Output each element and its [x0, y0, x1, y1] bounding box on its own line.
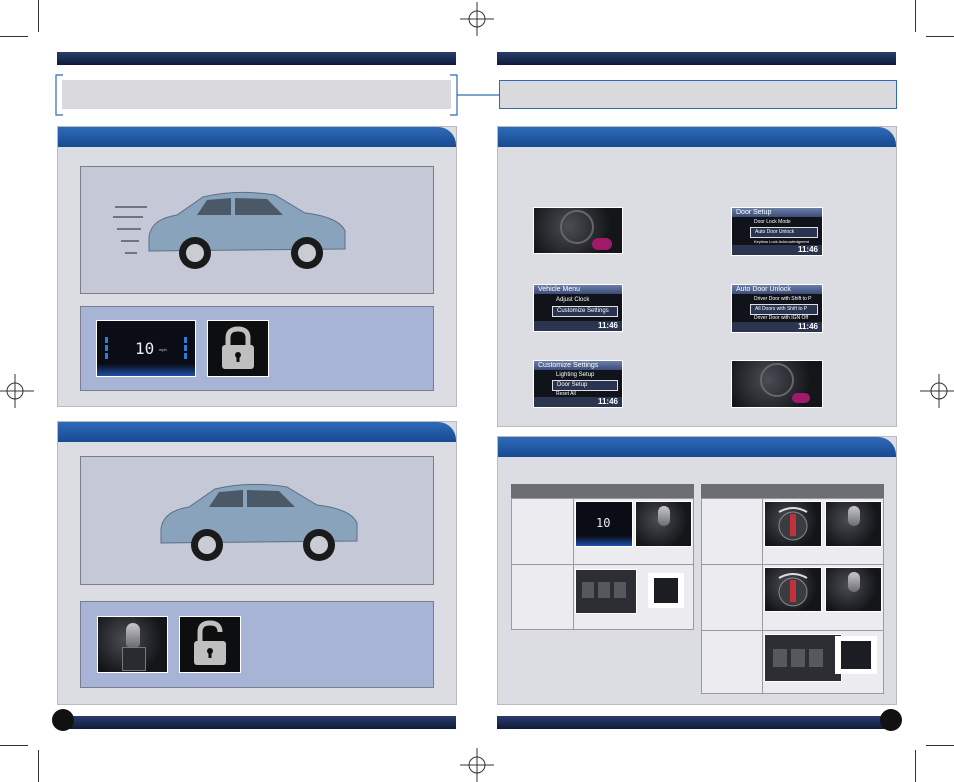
steering-menu-button-image-2 [731, 360, 823, 408]
crop-mark [0, 36, 28, 37]
steering-menu-button-image [533, 207, 623, 254]
screen-time: 11:46 [534, 397, 622, 407]
screen-time: 11:46 [732, 322, 822, 332]
lock-switch-closeup [835, 636, 877, 674]
crop-mark [915, 750, 916, 782]
left-page-number-dot [52, 709, 74, 731]
screen-header: Auto Door Unlock [732, 285, 822, 294]
padlock-closed-icon [207, 320, 269, 377]
right-title-box [499, 80, 897, 109]
left-title-box [62, 80, 451, 109]
auto-unlock-panel [57, 421, 457, 705]
crop-mark [926, 36, 954, 37]
dash-speed-display: 10 mph [96, 320, 196, 377]
car-illustration-box [80, 166, 434, 294]
power-window-switch-image [764, 634, 842, 682]
crop-mark [0, 745, 28, 746]
menu-row-selected: Customize Settings [552, 306, 618, 317]
dash-speed-display-small: 10 [575, 501, 633, 547]
right-page-number-dot [880, 709, 902, 731]
crop-mark [38, 0, 39, 32]
gear-shifter-image [635, 501, 692, 547]
menu-row: Lighting Setup [556, 372, 595, 378]
table-panel-header [498, 437, 896, 457]
car-illustration-box-2 [80, 456, 434, 585]
right-table-label-cell [701, 564, 763, 631]
ignition-key-image [764, 567, 822, 612]
registration-mark [460, 748, 494, 782]
auto-lock-panel-header [58, 127, 456, 147]
customize-steps-panel: Vehicle Menu Adjust Clock Customize Sett… [497, 126, 897, 427]
screen-door-setup: Door Setup Door Lock Mode Auto Door Unlo… [731, 207, 823, 256]
registration-mark [460, 2, 494, 36]
gear-shifter-image [97, 616, 168, 673]
crop-mark [926, 745, 954, 746]
right-top-bar [497, 52, 896, 65]
screen-header: Vehicle Menu [534, 285, 622, 294]
customize-steps-header [498, 127, 896, 147]
speed-value: 10 [135, 339, 155, 358]
power-window-switch-image [575, 569, 637, 614]
speed-unit: mph [159, 347, 167, 352]
screen-time: 11:46 [732, 245, 822, 255]
right-table-label-cell [701, 498, 763, 565]
right-table-label-cell [701, 630, 763, 694]
menu-row: Door Lock Mode [754, 219, 791, 225]
crop-mark [38, 750, 39, 782]
screen-auto-door-unlock: Auto Door Unlock Driver Door with Shift … [731, 284, 823, 333]
padlock-open-icon [179, 616, 241, 673]
screen-header: Door Setup [732, 208, 822, 217]
car-side-image [113, 191, 346, 269]
screen-customize-settings: Customize Settings Lighting Setup Door S… [533, 360, 623, 408]
auto-unlock-panel-header [58, 422, 456, 442]
menu-row: Driver Door with Shift to P [754, 296, 812, 302]
screen-time: 11:46 [534, 321, 622, 331]
auto-unlock-info-box [80, 601, 434, 688]
registration-mark [920, 374, 954, 408]
menu-row: Adjust Clock [556, 297, 590, 303]
right-table-header [701, 484, 884, 498]
auto-lock-panel: 10 mph [57, 126, 457, 407]
gear-shifter-image [825, 567, 882, 612]
gear-shifter-image [825, 501, 882, 547]
left-bottom-bar [57, 716, 456, 729]
auto-lock-info-box: 10 mph [80, 306, 434, 391]
left-top-bar [57, 52, 456, 65]
right-bottom-bar [497, 716, 896, 729]
left-table-label-cell [511, 564, 574, 630]
crop-mark [915, 0, 916, 32]
registration-mark [0, 374, 34, 408]
screen-header: Customize Settings [534, 361, 622, 370]
left-table-label-cell [511, 498, 574, 565]
lock-switch-closeup [648, 573, 684, 608]
screen-vehicle-menu: Vehicle Menu Adjust Clock Customize Sett… [533, 284, 623, 332]
speed-value: 10 [596, 516, 611, 530]
lock-unlock-table-panel: 10 [497, 436, 897, 705]
left-table-header [511, 484, 694, 498]
car-side-image [160, 483, 358, 561]
ignition-key-image [764, 501, 822, 547]
